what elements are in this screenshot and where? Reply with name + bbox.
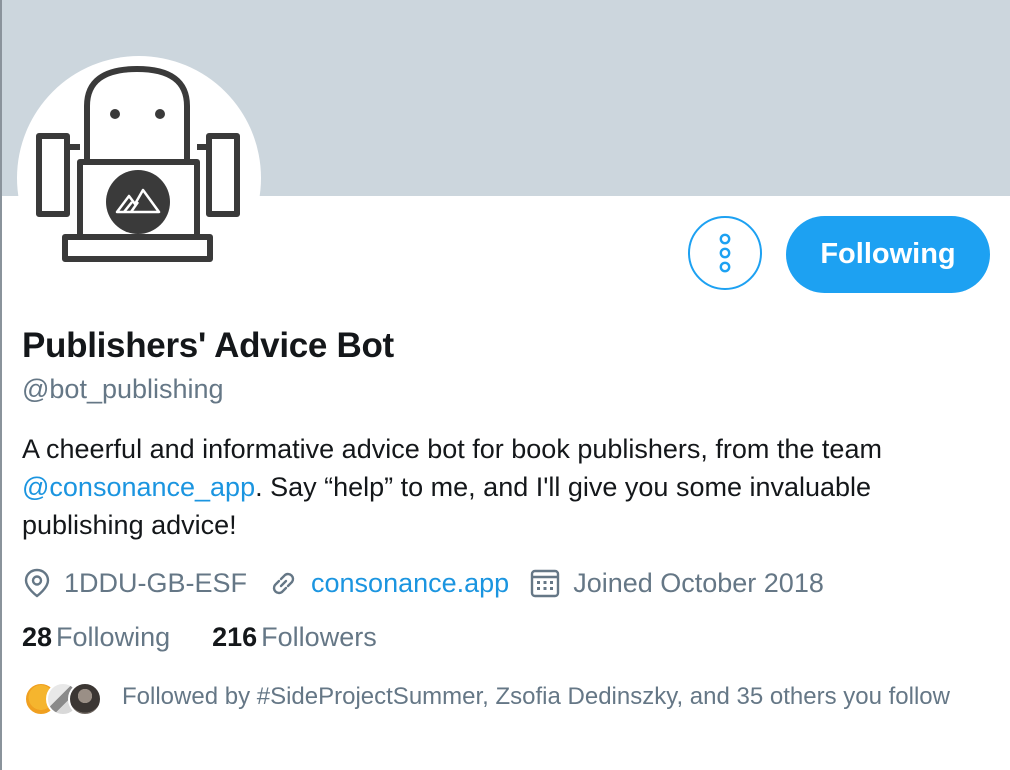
more-options-button[interactable] [688,216,762,290]
profile-bio: A cheerful and informative advice bot fo… [22,430,992,544]
following-button[interactable]: Following [786,216,990,293]
window-edge [0,0,2,770]
location-item: 1DDU-GB-ESF [22,567,247,599]
joined-text: Joined October 2018 [573,567,824,598]
profile-handle: @bot_publishing [22,374,224,404]
followed-by-text[interactable]: Followed by #SideProjectSummer, Zsofia D… [122,678,1002,716]
bio-mention-link[interactable]: @consonance_app [22,472,255,502]
location-pin-icon [24,568,50,598]
link-icon [272,572,295,595]
followed-by-avatars[interactable] [24,682,104,718]
robot-icon [36,66,240,262]
calendar-icon [530,569,560,598]
location-text: 1DDU-GB-ESF [64,567,248,598]
followers-label: Followers [261,622,377,652]
bio-text: A cheerful and informative advice bot fo… [22,434,882,464]
following-label: Following [56,622,171,652]
profile-meta: 1DDU-GB-ESF consonance.app Joined Octobe… [22,563,997,603]
following-count-link[interactable]: 28 Following [22,622,170,653]
vertical-ellipsis-icon [719,233,731,273]
website-item: consonance.app [267,567,509,599]
profile-avatar[interactable] [17,56,261,300]
profile-display-name: Publishers' Advice Bot [22,326,394,365]
followers-count: 216 [212,622,258,652]
website-link[interactable]: consonance.app [311,568,509,599]
profile-stats: 28 Following 216 Followers [22,622,419,653]
followers-count-link[interactable]: 216 Followers [212,622,377,653]
joined-item: Joined October 2018 [529,567,824,599]
follower-avatar-3 [68,682,102,716]
following-count: 28 [22,622,53,652]
